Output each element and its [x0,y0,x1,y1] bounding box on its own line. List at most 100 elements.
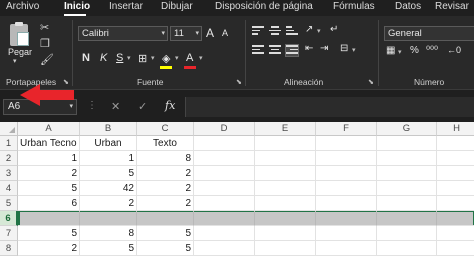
cell-d4[interactable] [194,181,255,196]
row-header-5[interactable]: 5 [0,196,18,211]
cell-f4[interactable] [316,181,377,196]
increase-decimal-icon[interactable]: ←0 [447,45,461,55]
cell-b5[interactable]: 2 [80,196,137,211]
enter-icon[interactable]: ✓ [138,100,147,113]
tab-archivo[interactable]: Archivo [6,1,39,12]
cell-a7[interactable]: 5 [18,226,80,241]
align-bottom-icon[interactable] [286,26,298,37]
cell-c3[interactable]: 2 [137,166,194,181]
increase-indent-icon[interactable]: ⇥ [320,43,328,54]
accounting-dropdown-icon[interactable]: ▾ [398,48,402,56]
cell-e8[interactable] [255,241,316,256]
cell-e1[interactable] [255,136,316,151]
copy-icon[interactable]: ❐ [40,38,50,50]
tab-inicio[interactable]: Inicio [64,1,90,12]
format-painter-icon[interactable]: 🖌 [40,54,54,66]
row-header-4[interactable]: 4 [0,181,18,196]
align-middle-icon[interactable] [269,26,281,37]
row-header-8[interactable]: 8 [0,241,18,256]
cell-g1[interactable] [377,136,437,151]
column-header-h[interactable]: H [437,122,474,136]
cell-e3[interactable] [255,166,316,181]
cell-a6[interactable] [18,211,80,226]
underline-dropdown-icon[interactable]: ▾ [127,54,131,62]
row-header-6[interactable]: 6 [0,211,18,226]
tab-dibujar[interactable]: Dibujar [161,1,193,12]
cell-g5[interactable] [377,196,437,211]
orientation-dropdown-icon[interactable]: ▾ [317,27,321,35]
column-header-b[interactable]: B [80,122,137,136]
cancel-icon[interactable]: ✕ [111,100,120,113]
fill-color-icon[interactable]: ◈ [162,52,170,65]
cell-h3[interactable] [437,166,474,181]
percent-style-icon[interactable]: % [410,45,419,56]
row-header-7[interactable]: 7 [0,226,18,241]
select-all-button[interactable] [0,122,18,136]
cell-d7[interactable] [194,226,255,241]
row-header-2[interactable]: 2 [0,151,18,166]
cell-c4[interactable]: 2 [137,181,194,196]
cut-icon[interactable]: ✂ [40,22,49,34]
orientation-icon[interactable]: ↗ [305,24,313,35]
cell-b6[interactable] [80,211,137,226]
cell-e4[interactable] [255,181,316,196]
cell-g8[interactable] [377,241,437,256]
cell-f7[interactable] [316,226,377,241]
cell-h8[interactable] [437,241,474,256]
paste-dropdown-icon[interactable]: ▾ [13,57,17,65]
column-header-d[interactable]: D [194,122,255,136]
tab-disposicion-pagina[interactable]: Disposición de página [215,1,313,12]
formula-bar-grip-icon[interactable]: ⋮ [87,100,97,111]
shrink-font-button[interactable]: A [222,28,228,38]
cell-g6[interactable] [377,211,437,226]
bold-button[interactable]: N [82,52,90,64]
align-right-icon[interactable] [285,44,299,57]
cell-c2[interactable]: 8 [137,151,194,166]
wrap-text-icon[interactable]: ↵ [330,24,338,35]
tab-revisar[interactable]: Revisar [435,1,469,12]
cell-a1[interactable]: Urban Tecno [18,136,80,151]
cell-f5[interactable] [316,196,377,211]
insert-function-button[interactable]: fx [165,99,175,112]
cell-h2[interactable] [437,151,474,166]
font-name-select[interactable]: Calibri ▾ [78,26,168,41]
cell-e7[interactable] [255,226,316,241]
cell-d8[interactable] [194,241,255,256]
align-top-icon[interactable] [252,26,264,37]
cell-g4[interactable] [377,181,437,196]
column-header-f[interactable]: F [316,122,377,136]
cell-g2[interactable] [377,151,437,166]
cell-a2[interactable]: 1 [18,151,80,166]
cell-b4[interactable]: 42 [80,181,137,196]
column-header-g[interactable]: G [377,122,437,136]
merge-dropdown-icon[interactable]: ▾ [352,46,356,54]
cell-b8[interactable]: 5 [80,241,137,256]
cell-g3[interactable] [377,166,437,181]
cell-d1[interactable] [194,136,255,151]
font-size-select[interactable]: 11 ▾ [170,26,202,41]
row-header-3[interactable]: 3 [0,166,18,181]
font-color-button[interactable]: A [186,52,193,64]
column-header-e[interactable]: E [255,122,316,136]
cell-d5[interactable] [194,196,255,211]
cell-c5[interactable]: 2 [137,196,194,211]
cell-e5[interactable] [255,196,316,211]
cell-b3[interactable]: 5 [80,166,137,181]
cell-f6[interactable] [316,211,377,226]
borders-dropdown-icon[interactable]: ▾ [151,54,155,62]
cell-e2[interactable] [255,151,316,166]
cell-c7[interactable]: 5 [137,226,194,241]
cell-d6[interactable] [194,211,255,226]
cell-d2[interactable] [194,151,255,166]
cell-a5[interactable]: 6 [18,196,80,211]
cell-h6[interactable] [437,211,474,226]
cell-g7[interactable] [377,226,437,241]
align-center-icon[interactable] [269,45,281,56]
paste-label[interactable]: Pegar [8,47,32,57]
cell-c6[interactable] [137,211,194,226]
cell-a4[interactable]: 5 [18,181,80,196]
cell-c1[interactable]: Texto [137,136,194,151]
fill-color-dropdown-icon[interactable]: ▾ [175,54,179,62]
cell-h5[interactable] [437,196,474,211]
cell-c8[interactable]: 5 [137,241,194,256]
